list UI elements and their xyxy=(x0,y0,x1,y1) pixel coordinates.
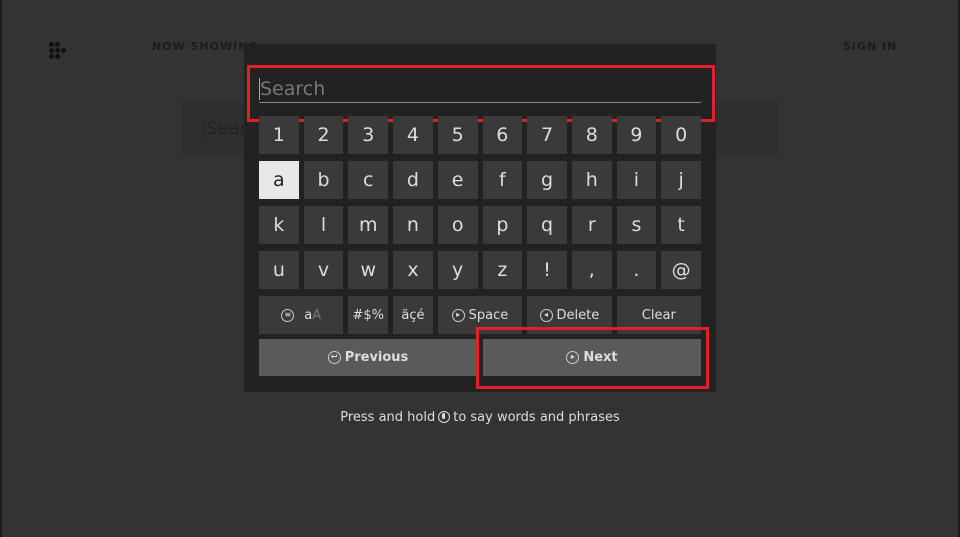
key-l[interactable]: l xyxy=(303,206,344,244)
key-6[interactable]: 6 xyxy=(482,116,523,154)
key-h[interactable]: h xyxy=(571,161,612,199)
key-m[interactable]: m xyxy=(348,206,389,244)
search-highlight-box xyxy=(247,65,715,122)
nav-now-showing[interactable]: NOW SHOWING xyxy=(152,40,258,53)
key-f[interactable]: f xyxy=(482,161,523,199)
key-,[interactable]: , xyxy=(571,251,612,289)
key-case-alt-label: A xyxy=(312,307,322,323)
rewind-icon: ◂ xyxy=(539,308,553,322)
fast-forward-icon: ▸ xyxy=(451,308,465,322)
key-5[interactable]: 5 xyxy=(437,116,478,154)
app-logo[interactable] xyxy=(49,42,73,62)
key-space-label: Space xyxy=(468,307,509,323)
key-d[interactable]: d xyxy=(393,161,433,199)
key-![interactable]: ! xyxy=(527,251,567,289)
key-symbols-label: #$% xyxy=(352,307,384,323)
key-case[interactable]: ≡ a A xyxy=(259,296,344,334)
key-p[interactable]: p xyxy=(482,206,523,244)
key-delete-label: Delete xyxy=(556,307,600,323)
key-accents-label: äçé xyxy=(401,307,425,323)
keyboard-grid: 1 2 3 4 5 6 7 8 9 0 a b c d e f g h i j k l m n o p q r s t u v w x y z!,. @… xyxy=(259,116,701,334)
key-w[interactable]: w xyxy=(348,251,389,289)
key-7[interactable]: 7 xyxy=(527,116,567,154)
key-.[interactable]: . xyxy=(616,251,657,289)
key-clear-label: Clear xyxy=(641,307,676,323)
key-n[interactable]: n xyxy=(393,206,433,244)
key-c[interactable]: c xyxy=(348,161,389,199)
key-1[interactable]: 1 xyxy=(259,116,299,154)
voice-hint: Press and hold to say words and phrases xyxy=(0,410,960,425)
hint-before: Press and hold xyxy=(340,410,436,425)
key-k[interactable]: k xyxy=(259,206,299,244)
key-g[interactable]: g xyxy=(527,161,567,199)
key-b[interactable]: b xyxy=(303,161,344,199)
key-0[interactable]: 0 xyxy=(661,116,701,154)
key-a[interactable]: a xyxy=(259,161,299,199)
key-o[interactable]: o xyxy=(437,206,478,244)
left-edge xyxy=(0,0,2,537)
next-highlight-box xyxy=(476,327,709,389)
key-z[interactable]: z xyxy=(482,251,523,289)
key-y[interactable]: y xyxy=(437,251,478,289)
back-icon: ↩ xyxy=(327,351,341,364)
sign-in-link[interactable]: SIGN IN xyxy=(843,40,897,53)
key-8[interactable]: 8 xyxy=(571,116,612,154)
key-t[interactable]: t xyxy=(661,206,701,244)
key-case-label: a xyxy=(304,307,313,323)
key-s[interactable]: s xyxy=(616,206,657,244)
key-x[interactable]: x xyxy=(393,251,433,289)
key-9[interactable]: 9 xyxy=(616,116,657,154)
key-@[interactable]: @ xyxy=(661,251,701,289)
key-q[interactable]: q xyxy=(527,206,567,244)
previous-button[interactable]: ↩ Previous xyxy=(259,339,477,376)
key-v[interactable]: v xyxy=(303,251,344,289)
hint-after: to say words and phrases xyxy=(453,410,620,425)
key-i[interactable]: i xyxy=(616,161,657,199)
key-j[interactable]: j xyxy=(661,161,701,199)
key-r[interactable]: r xyxy=(571,206,612,244)
key-2[interactable]: 2 xyxy=(303,116,344,154)
previous-label: Previous xyxy=(344,350,409,365)
key-4[interactable]: 4 xyxy=(393,116,433,154)
key-symbols[interactable]: #$% xyxy=(348,296,389,334)
key-e[interactable]: e xyxy=(437,161,478,199)
microphone-icon xyxy=(438,411,451,423)
menu-icon: ≡ xyxy=(281,308,295,322)
key-accents[interactable]: äçé xyxy=(393,296,433,334)
key-u[interactable]: u xyxy=(259,251,299,289)
key-3[interactable]: 3 xyxy=(348,116,389,154)
